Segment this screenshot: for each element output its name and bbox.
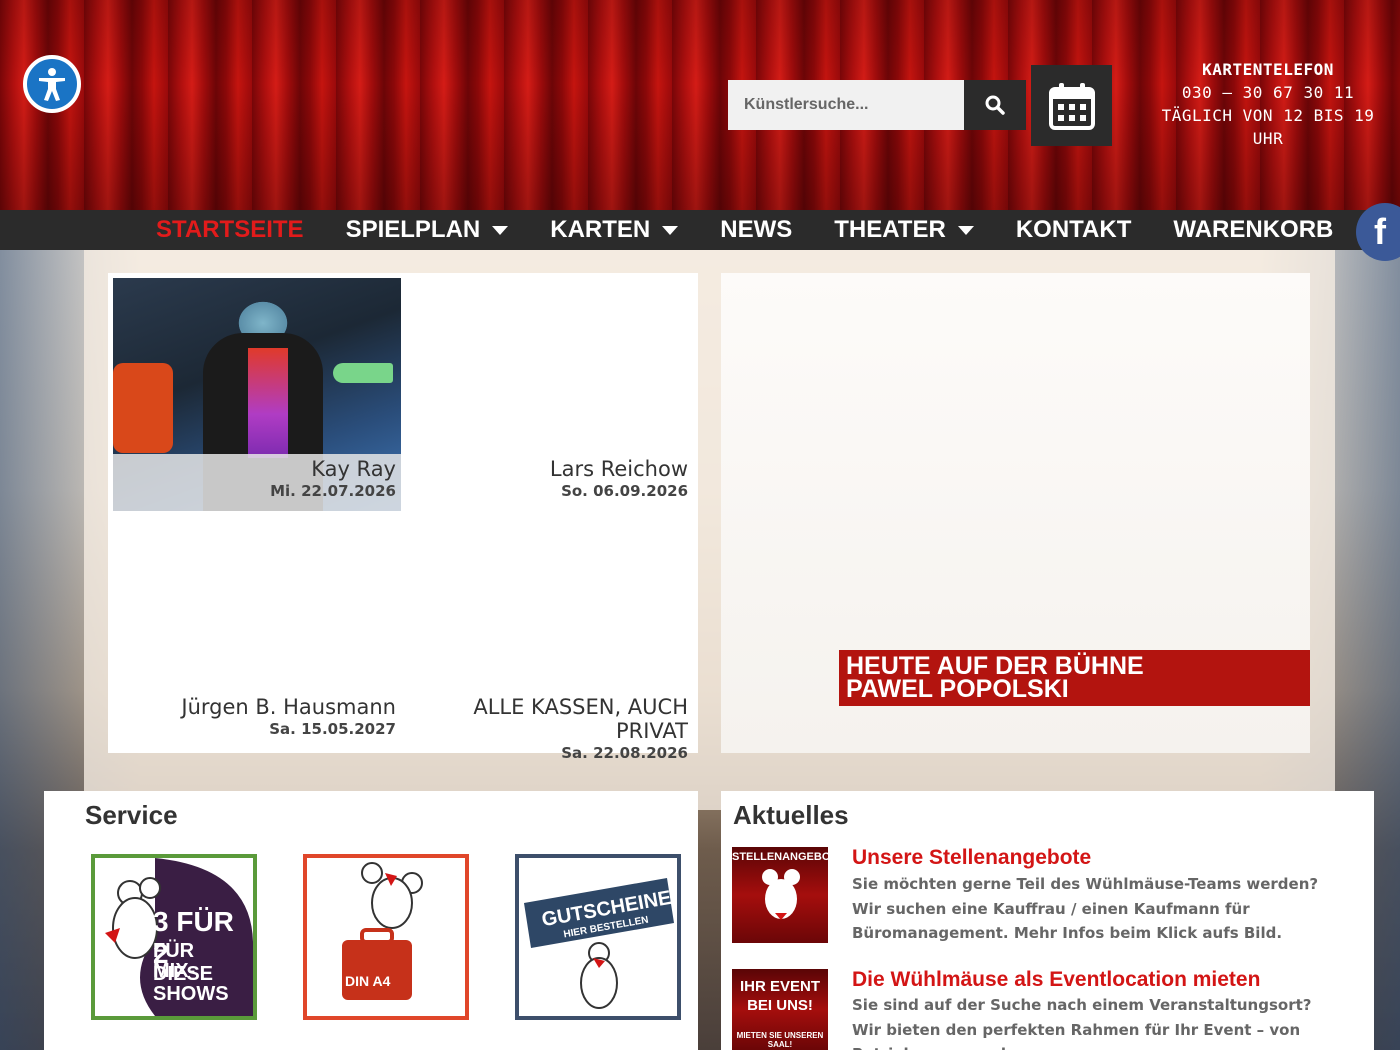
nav-item-theater[interactable]: THEATER	[834, 210, 974, 250]
nav-label: SPIELPLAN	[345, 216, 481, 243]
mouse-mascot-icon	[762, 869, 800, 920]
show-date: So. 06.09.2026	[561, 482, 688, 500]
news-heading: Aktuelles	[733, 800, 849, 830]
news-thumb-jobs[interactable]: STELLENANGEBOTE	[732, 847, 828, 943]
show-name: ALLE KASSEN, AUCH PRIVAT	[473, 695, 688, 743]
nav-item-news[interactable]: NEWS	[720, 210, 792, 250]
photo-shoe-shape	[333, 363, 393, 383]
tile-text: MIX-SHOWS	[153, 960, 229, 1005]
nav-item-warenkorb[interactable]: WARENKORB	[1173, 210, 1333, 250]
show-item[interactable]: Lars Reichow So. 06.09.2026	[403, 457, 688, 501]
photo-shirt-shape	[248, 348, 288, 458]
show-name: Lars Reichow	[549, 457, 688, 481]
nav-label: THEATER	[834, 216, 946, 243]
tile-text: DIN A4	[345, 973, 391, 989]
thumb-subcaption: MIETEN SIE UNSEREN SAAL!	[736, 1031, 824, 1049]
show-item[interactable]: ALLE KASSEN, AUCH PRIVAT Sa. 22.08.2026	[403, 695, 688, 763]
news-text: Sie sind auf der Suche nach einem Verans…	[852, 996, 1312, 1050]
nav-label: STARTSEITE	[156, 216, 304, 243]
show-date: Sa. 22.08.2026	[561, 744, 688, 762]
nav-label: WARENKORB	[1173, 216, 1334, 243]
service-tile-din-a4[interactable]: DIN A4	[303, 854, 469, 1020]
service-heading: Service	[85, 800, 178, 830]
service-tile-gutscheine[interactable]: GUTSCHEINE HIER BESTELLEN	[515, 854, 681, 1020]
calendar-button[interactable]	[1031, 65, 1112, 146]
nav-item-karten[interactable]: KARTEN	[550, 210, 679, 250]
accessibility-icon	[39, 68, 65, 101]
caret-down-icon	[662, 225, 679, 235]
show-date: Sa. 15.05.2027	[269, 720, 396, 738]
main-nav: STARTSEITE SPIELPLAN KARTEN NEWS THEATER…	[0, 210, 1400, 250]
phone-hours: TÄGLICH VON 12 BIS 19 UHR	[1161, 106, 1375, 148]
show-date: Mi. 22.07.2026	[270, 482, 396, 500]
nav-label: KARTEN	[550, 216, 651, 243]
photo-bag-shape	[113, 363, 173, 453]
search-button[interactable]	[964, 80, 1026, 130]
nav-label: KONTAKT	[1015, 216, 1132, 243]
phone-title: KARTENTELEFON	[1202, 60, 1334, 79]
news-title[interactable]: Unsere Stellenangebote	[852, 846, 1091, 870]
caret-down-icon	[492, 225, 509, 235]
nav-item-startseite[interactable]: STARTSEITE	[156, 210, 304, 250]
search-icon	[985, 95, 1005, 115]
news-title[interactable]: Die Wühlmäuse als Eventlocation mieten	[852, 968, 1260, 992]
nav-label: NEWS	[720, 216, 793, 243]
news-text: Sie möchten gerne Teil des Wühlmäuse-Tea…	[852, 875, 1319, 942]
nav-item-kontakt[interactable]: KONTAKT	[1016, 210, 1132, 250]
upcoming-shows-card: Kay Ray Mi. 22.07.2026 Lars Reichow So. …	[108, 273, 698, 762]
show-name: Jürgen B. Hausmann	[181, 695, 396, 719]
mouse-with-bag-icon	[342, 862, 423, 1000]
voucher-sign-icon	[524, 878, 674, 1009]
nav-item-spielplan[interactable]: SPIELPLAN	[346, 210, 509, 250]
calendar-icon	[1048, 82, 1095, 130]
show-item[interactable]: Kay Ray Mi. 22.07.2026	[113, 457, 396, 501]
artist-search-input[interactable]	[728, 80, 964, 130]
show-name: Kay Ray	[311, 457, 396, 481]
today-banner[interactable]: HEUTE AUF DER BÜHNE PAWEL POPOLSKI	[839, 650, 1310, 706]
caret-down-icon	[957, 225, 974, 235]
service-tile-3-for-2[interactable]: 3 FÜR 2 FÜR DIESE MIX-SHOWS	[91, 854, 257, 1020]
phone-number[interactable]: 030 – 30 67 30 11	[1148, 81, 1388, 104]
thumb-caption: IHR EVENT BEI UNS!	[739, 978, 820, 1014]
show-item[interactable]: Jürgen B. Hausmann Sa. 15.05.2027	[113, 695, 396, 739]
accessibility-button[interactable]	[23, 55, 81, 113]
ticket-phone: KARTENTELEFON 030 – 30 67 30 11 TÄGLICH …	[1148, 58, 1388, 150]
news-thumb-event[interactable]: IHR EVENT BEI UNS! MIETEN SIE UNSEREN SA…	[732, 969, 828, 1050]
today-line2: PAWEL POPOLSKI	[846, 675, 1069, 703]
